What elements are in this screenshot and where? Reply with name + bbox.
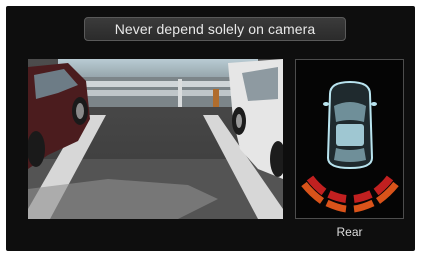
- car-top-view-icon: [323, 80, 377, 170]
- rear-camera-view: [28, 59, 283, 219]
- warning-banner: Never depend solely on camera: [84, 17, 346, 41]
- warning-text: Never depend solely on camera: [114, 21, 316, 37]
- parking-sensor-panel: [295, 59, 404, 219]
- display-screen: Never depend solely on camera Rear: [6, 6, 415, 251]
- rear-sensor-zones: [301, 175, 399, 213]
- view-direction-label: Rear: [336, 225, 363, 239]
